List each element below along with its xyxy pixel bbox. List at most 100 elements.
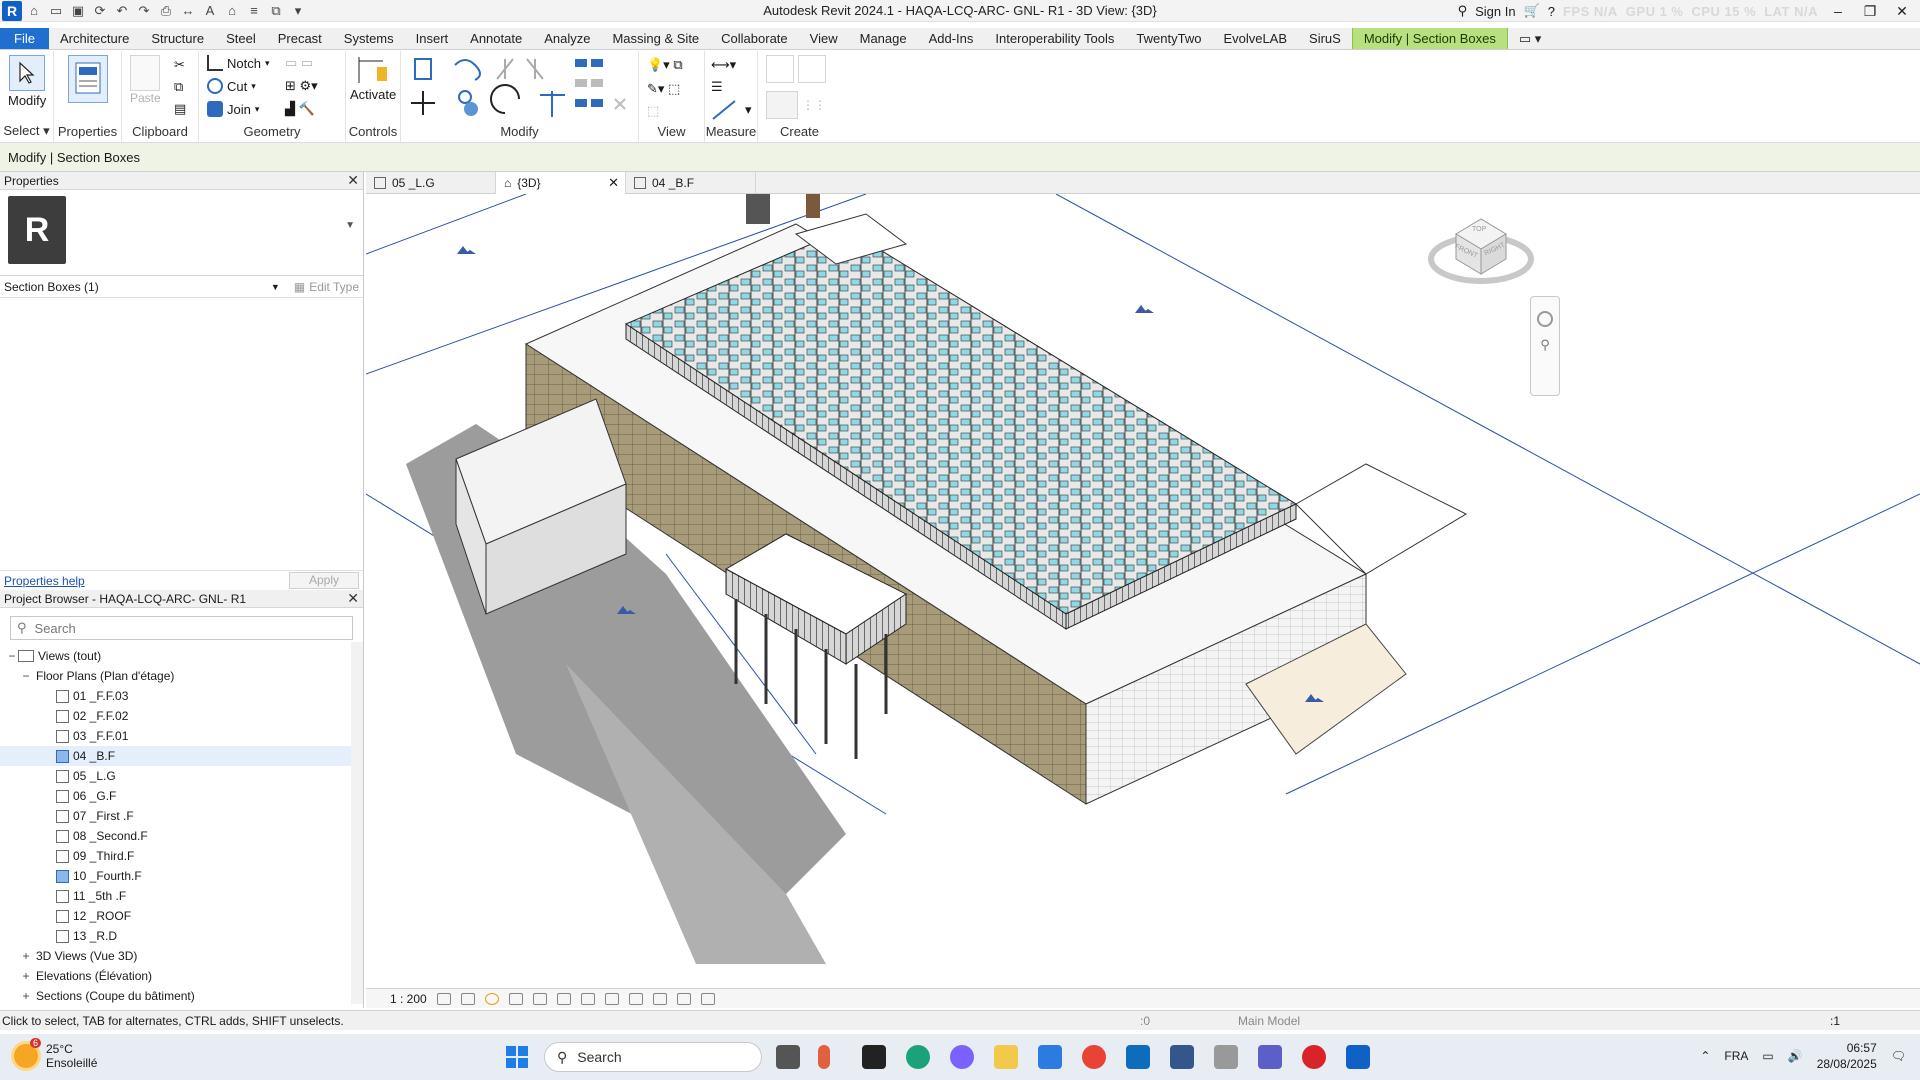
properties-tool-button[interactable]: [68, 55, 108, 103]
teams-icon[interactable]: [1258, 1045, 1282, 1069]
wall-joins-icon[interactable]: ▭ ▭: [285, 55, 313, 71]
tab-architecture[interactable]: Architecture: [49, 28, 140, 49]
tab-manage[interactable]: Manage: [849, 28, 918, 49]
tray-overflow-icon[interactable]: ⌃: [1700, 1049, 1710, 1063]
type-selector[interactable]: R ▼: [0, 190, 363, 276]
binoculars-icon[interactable]: ⚲: [1458, 3, 1468, 19]
zoom-icon[interactable]: ⚲: [1540, 337, 1550, 353]
worksharing-display-icon[interactable]: [700, 992, 715, 1005]
measure-distance-icon[interactable]: ⟷▾: [711, 57, 736, 73]
tree-item-plan-selected[interactable]: 04 _B.F: [0, 746, 363, 766]
maximize-button[interactable]: ❐: [1858, 3, 1882, 20]
tree-item-plan[interactable]: 12 _ROOF: [0, 906, 363, 926]
file-explorer-icon[interactable]: [994, 1045, 1018, 1069]
help-icon[interactable]: ?: [1548, 4, 1555, 19]
instance-filter-dropdown-icon[interactable]: ▼: [271, 282, 280, 292]
tree-node-3d-views[interactable]: + 3D Views (Vue 3D): [0, 946, 363, 966]
volume-icon[interactable]: 🔊: [1788, 1049, 1803, 1063]
cut-button[interactable]: Cut ▾: [207, 78, 256, 94]
properties-help-link[interactable]: Properties help: [4, 574, 85, 588]
undo-icon[interactable]: ↶: [112, 2, 132, 20]
tree-item-plan[interactable]: 06 _G.F: [0, 786, 363, 806]
tree-item-plan[interactable]: 03 _F.F.01: [0, 726, 363, 746]
close-window-button[interactable]: ✕: [1890, 3, 1914, 20]
create-similar-icon[interactable]: ⋮⋮: [766, 91, 826, 119]
tree-node-floor-plans[interactable]: − Floor Plans (Plan d'étage): [0, 666, 363, 686]
analytical-model-icon[interactable]: [652, 992, 667, 1005]
taskbar-search[interactable]: ⚲ Search: [544, 1042, 762, 1072]
tree-node-elevations[interactable]: + Elevations (Élévation): [0, 966, 363, 986]
paste-button[interactable]: Paste: [130, 55, 161, 105]
apply-button[interactable]: Apply: [289, 572, 359, 589]
modify-tool-button[interactable]: Modify: [8, 55, 46, 108]
home-icon[interactable]: ⌂: [24, 2, 44, 20]
type-dropdown-arrow-icon[interactable]: ▼: [345, 220, 355, 231]
viewcube[interactable]: TOP FRONT RIGHT: [1426, 204, 1536, 294]
revit-running-icon[interactable]: [1346, 1045, 1370, 1069]
steering-wheel-icon[interactable]: [1537, 311, 1553, 327]
expand-icon[interactable]: +: [20, 969, 32, 983]
tab-systems[interactable]: Systems: [333, 28, 405, 49]
aligned-dimension-icon[interactable]: ▾: [711, 99, 752, 121]
expand-icon[interactable]: +: [20, 949, 32, 963]
weather-widget[interactable]: 6 25°C Ensoleillé: [14, 1038, 97, 1070]
close-browser-button[interactable]: ✕: [347, 590, 359, 607]
reveal-hidden-icon[interactable]: [628, 992, 643, 1005]
close-properties-button[interactable]: ✕: [347, 172, 359, 189]
workset-readout[interactable]: :0: [1140, 1014, 1150, 1028]
tab-precast[interactable]: Precast: [267, 28, 333, 49]
viewcube-top-label[interactable]: TOP: [1472, 226, 1486, 233]
collapse-icon[interactable]: −: [20, 669, 32, 683]
tab-steel[interactable]: Steel: [215, 28, 267, 49]
revit-launcher-icon[interactable]: [1170, 1045, 1194, 1069]
tab-evolvelab[interactable]: EvolveLAB: [1212, 28, 1298, 49]
cut-clipboard-icon[interactable]: ✂: [174, 57, 185, 73]
crop-view-icon[interactable]: [556, 992, 571, 1005]
highlight-displacement-icon[interactable]: [676, 992, 691, 1005]
sun-path-icon[interactable]: [484, 992, 499, 1005]
opera-icon[interactable]: [1302, 1045, 1326, 1069]
edge-icon[interactable]: [906, 1045, 930, 1069]
text-icon[interactable]: A: [200, 2, 220, 20]
outlook-icon[interactable]: [1126, 1045, 1150, 1069]
tree-item-plan[interactable]: 10 _Fourth.F: [0, 866, 363, 886]
activate-button[interactable]: Activate: [350, 53, 396, 102]
save-icon[interactable]: ▣: [68, 2, 88, 20]
3d-view-canvas[interactable]: TOP FRONT RIGHT ⚲: [366, 194, 1920, 988]
switch-windows-icon[interactable]: ⧉: [266, 2, 286, 20]
tree-item-plan[interactable]: 09 _Third.F: [0, 846, 363, 866]
default-3d-view-icon[interactable]: ⌂: [222, 2, 242, 20]
rooftop-unit[interactable]: [806, 194, 820, 218]
pinned-app-icon[interactable]: [1214, 1045, 1238, 1069]
tab-annotate[interactable]: Annotate: [459, 28, 533, 49]
redo-icon[interactable]: ↷: [134, 2, 154, 20]
tab-add-ins[interactable]: Add-Ins: [918, 28, 985, 49]
tab-massing-site[interactable]: Massing & Site: [601, 28, 710, 49]
language-indicator[interactable]: FRA: [1724, 1049, 1748, 1063]
view-scale[interactable]: 1 : 200: [390, 992, 427, 1006]
tab-twentytwo[interactable]: TwentyTwo: [1125, 28, 1212, 49]
visual-style-icon[interactable]: [460, 992, 475, 1005]
tab-interoperability-tools[interactable]: Interoperability Tools: [984, 28, 1125, 49]
tree-item-plan[interactable]: 13 _R.D: [0, 926, 363, 946]
network-icon[interactable]: ▭: [1762, 1049, 1773, 1063]
customize-qat-icon[interactable]: ▾: [288, 2, 308, 20]
browser-scrollbar[interactable]: [351, 642, 363, 1004]
app-icon[interactable]: [862, 1045, 886, 1069]
view-tab-05-lg[interactable]: 05 _L.G: [366, 172, 496, 194]
tree-item-plan[interactable]: 05 _L.G: [0, 766, 363, 786]
modify-tools-icons[interactable]: [405, 55, 635, 125]
minimize-button[interactable]: –: [1826, 3, 1850, 19]
join-button[interactable]: Join ▾: [207, 101, 259, 117]
edit-type-button[interactable]: ▦ Edit Type: [294, 280, 359, 294]
chrome-icon[interactable]: [1082, 1045, 1106, 1069]
view-tab-04-bf[interactable]: 04 _B.F: [626, 172, 756, 194]
create-group-icon[interactable]: [766, 55, 826, 83]
expand-icon[interactable]: +: [20, 989, 32, 1003]
tab-collaborate[interactable]: Collaborate: [710, 28, 799, 49]
task-view-icon[interactable]: [776, 1045, 800, 1069]
store-icon[interactable]: [1038, 1045, 1062, 1069]
start-button[interactable]: [506, 1046, 528, 1068]
tree-item-plan[interactable]: 07 _First .F: [0, 806, 363, 826]
hide-isolate-icon[interactable]: 💡▾ ⧉: [647, 57, 683, 73]
